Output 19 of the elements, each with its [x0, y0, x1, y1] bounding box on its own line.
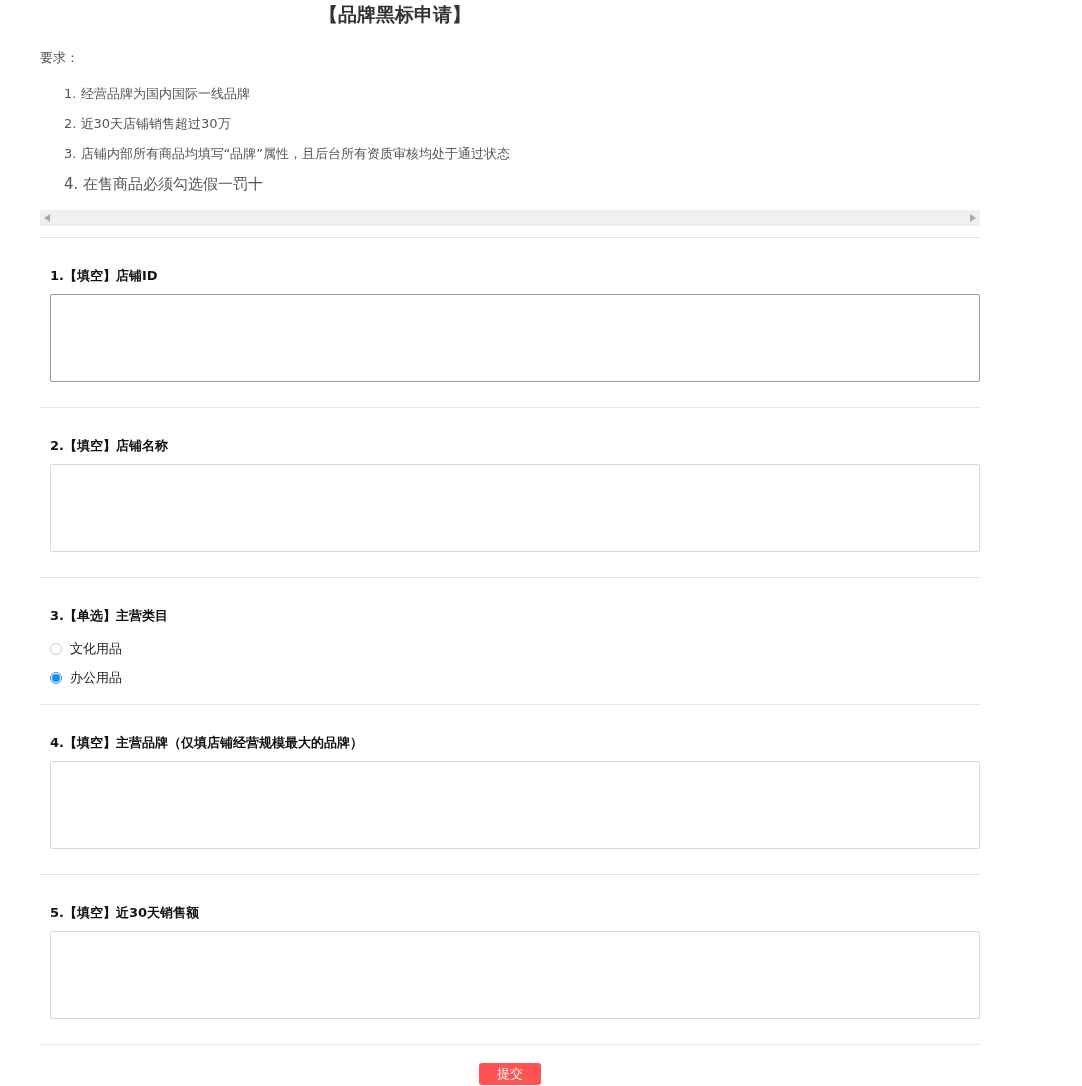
- question-label: 4.【填空】主营品牌（仅填店铺经营规模最大的品牌）: [50, 734, 364, 752]
- requirement-item: 4. 在售商品必须勾选假一罚十: [64, 175, 265, 194]
- answer-box[interactable]: [50, 294, 980, 382]
- question-label: 2.【填空】店铺名称: [50, 437, 169, 455]
- requirements-heading: 要求：: [40, 49, 80, 67]
- scroll-left-icon[interactable]: [44, 214, 50, 222]
- requirement-item: 1. 经营品牌为国内国际一线品牌: [64, 85, 251, 103]
- question-label: 5.【填空】近30天销售额: [50, 904, 201, 922]
- form-title: 【品牌黑标申请】: [319, 2, 471, 27]
- question-label: 1.【填空】店铺ID: [50, 267, 159, 285]
- radio-button[interactable]: [50, 642, 62, 655]
- requirement-item: 3. 店铺内部所有商品均填写“品牌”属性，且后台所有资质审核均处于通过状态: [64, 145, 511, 163]
- option-label[interactable]: 文化用品: [70, 639, 122, 658]
- option-label[interactable]: 办公用品: [70, 668, 122, 687]
- radio-button[interactable]: [50, 671, 62, 684]
- question-label: 3.【单选】主营类目: [50, 607, 169, 625]
- scroll-right-icon[interactable]: [970, 214, 976, 222]
- horizontal-scrollbar[interactable]: [40, 210, 980, 226]
- requirement-item: 2. 近30天店铺销售超过30万: [64, 115, 232, 133]
